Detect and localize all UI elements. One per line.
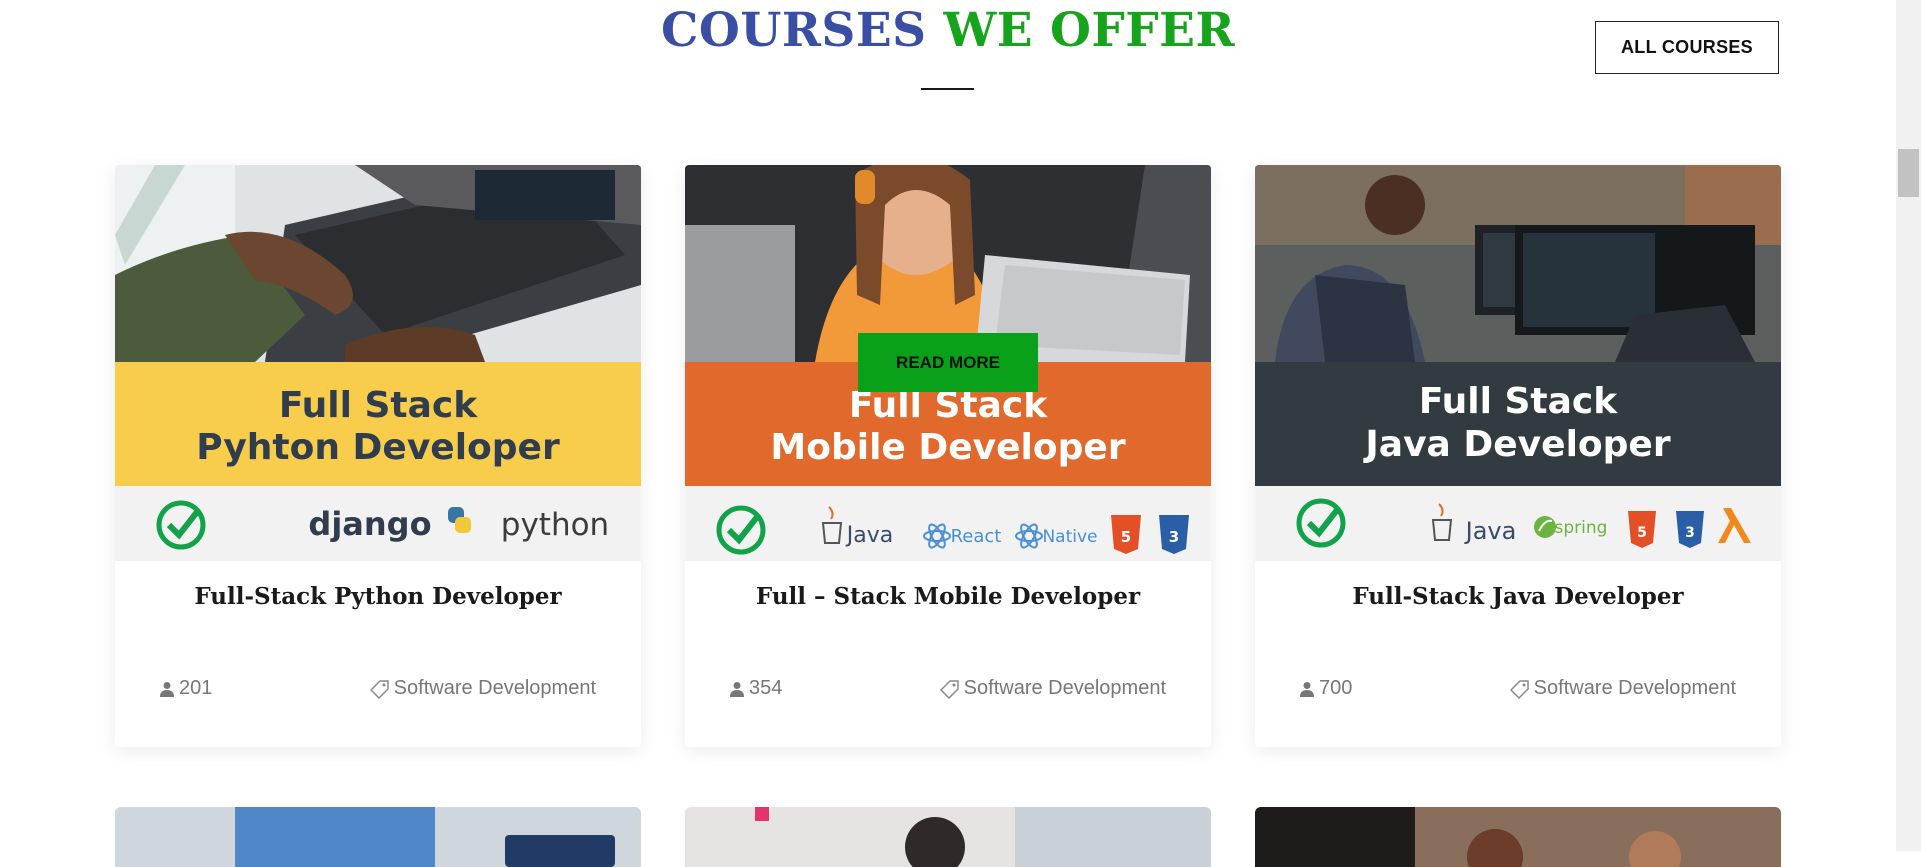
svg-text:5: 5: [1637, 525, 1647, 541]
courses-section: COURSES WE OFFER ALL COURSES Full Stack …: [0, 0, 1896, 867]
course-thumbnail-python[interactable]: Full Stack Pyhton Developer django pytho…: [115, 165, 641, 561]
students-count: 354: [729, 677, 782, 700]
students-count: 700: [1299, 677, 1352, 700]
students-value: 354: [749, 677, 783, 699]
page-scrollbar[interactable]: [1896, 0, 1921, 851]
course-category[interactable]: Software Development: [1509, 677, 1736, 700]
logo-java: Java: [845, 523, 893, 548]
students-value: 700: [1319, 677, 1353, 699]
category-label[interactable]: Software Development: [1534, 677, 1736, 700]
course-card-java[interactable]: Full Stack Java Developer Java spring 5 …: [1255, 165, 1781, 747]
logo-python: python: [501, 507, 609, 543]
tag-icon: [369, 679, 390, 699]
course-category[interactable]: Software Development: [369, 677, 596, 700]
html5-icon: 5: [1628, 511, 1656, 548]
course-category[interactable]: Software Development: [939, 677, 1166, 700]
read-more-button[interactable]: READ MORE: [858, 333, 1038, 392]
user-icon: [159, 681, 175, 697]
css3-icon: 3: [1159, 515, 1189, 554]
logo-java: Java: [1464, 517, 1517, 545]
logo-native: Native: [1042, 527, 1097, 547]
course-card-next-2[interactable]: [685, 807, 1211, 867]
tag-icon: [1509, 679, 1530, 699]
tag-icon: [939, 679, 960, 699]
user-icon: [1299, 681, 1315, 697]
course-card-next-1[interactable]: [115, 807, 641, 867]
course-card-mobile[interactable]: Full Stack Mobile Developer Java React N…: [685, 165, 1211, 747]
course-card-python[interactable]: Full Stack Pyhton Developer django pytho…: [115, 165, 641, 747]
course-title[interactable]: Full-Stack Python Developer: [115, 583, 641, 610]
banner-line1-python: Full Stack: [279, 385, 478, 426]
scrollbar-thumb[interactable]: [1898, 149, 1919, 197]
css3-icon: 3: [1676, 511, 1704, 548]
heading-word-courses: COURSES: [660, 3, 927, 58]
logo-react: React: [951, 526, 1002, 547]
all-courses-button[interactable]: ALL COURSES: [1595, 21, 1779, 74]
course-thumbnail-java[interactable]: Full Stack Java Developer Java spring 5 …: [1255, 165, 1781, 561]
students-count: 201: [159, 677, 212, 700]
svg-text:3: 3: [1169, 528, 1179, 546]
banner-line2-python: Pyhton Developer: [196, 427, 560, 468]
category-label[interactable]: Software Development: [394, 677, 596, 700]
course-title[interactable]: Full-Stack Java Developer: [1255, 583, 1781, 610]
html5-icon: 5: [1111, 515, 1141, 554]
course-title[interactable]: Full – Stack Mobile Developer: [685, 583, 1211, 610]
heading-word-we-offer: WE OFFER: [943, 3, 1235, 58]
category-label[interactable]: Software Development: [964, 677, 1166, 700]
svg-text:5: 5: [1121, 528, 1131, 546]
logo-spring: spring: [1555, 518, 1608, 538]
user-icon: [729, 681, 745, 697]
banner-line1-java: Full Stack: [1419, 381, 1618, 422]
banner-line2-mobile: Mobile Developer: [770, 427, 1125, 468]
students-value: 201: [179, 677, 213, 699]
course-thumbnail-mobile[interactable]: Full Stack Mobile Developer Java React N…: [685, 165, 1211, 561]
course-card-next-3[interactable]: [1255, 807, 1781, 867]
heading-divider: [921, 88, 974, 90]
spring-leaf-icon: [1534, 516, 1556, 538]
svg-text:3: 3: [1685, 525, 1695, 541]
logo-django: django: [308, 505, 431, 543]
banner-line2-java: Java Developer: [1362, 424, 1670, 465]
